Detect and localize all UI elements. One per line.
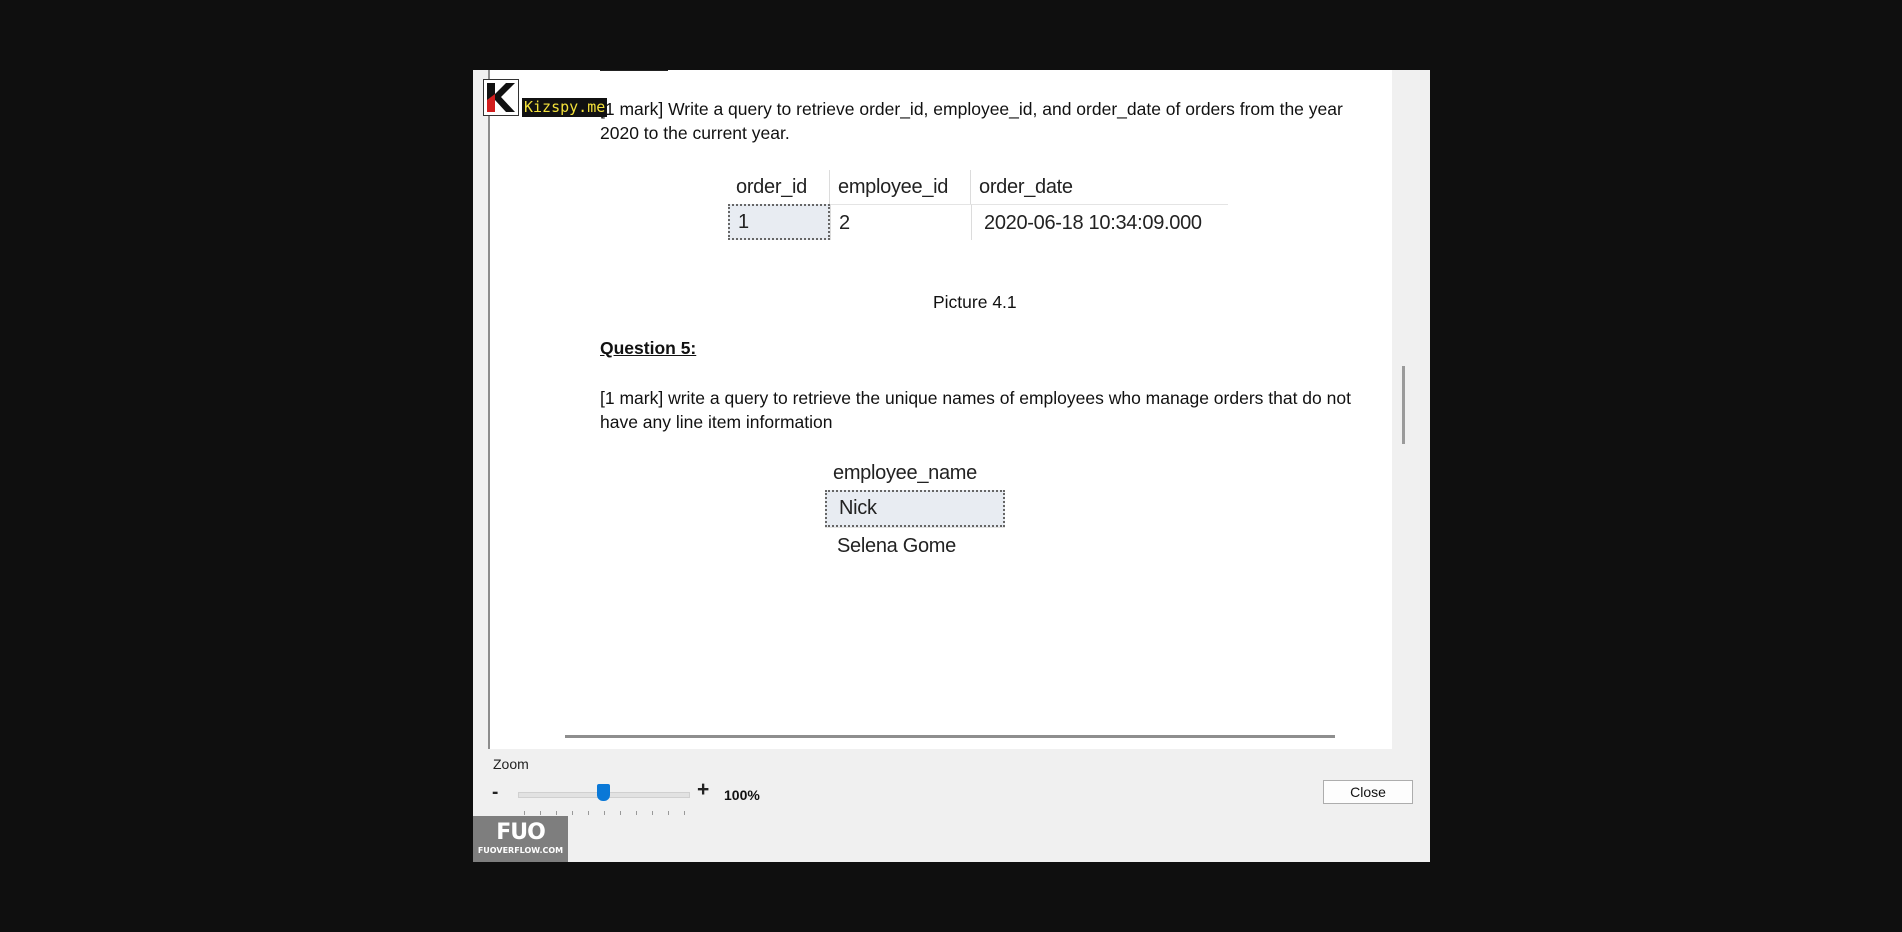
slider-tick bbox=[620, 811, 621, 815]
slider-tick bbox=[524, 811, 525, 815]
picture-caption: Picture 4.1 bbox=[933, 292, 1017, 312]
grid-cell-order-date[interactable]: 2020-06-18 10:34:09.000 bbox=[971, 204, 1228, 240]
grid-header-order-id: order_id bbox=[728, 170, 830, 204]
slider-tick bbox=[684, 811, 685, 815]
kizspy-logo-icon bbox=[483, 79, 519, 116]
question-5-text: [1 mark] write a query to retrieve the u… bbox=[600, 388, 1351, 432]
watermark-text: Kizspy.me bbox=[522, 98, 608, 117]
scroll-gutter bbox=[1392, 70, 1430, 749]
document-page: [1 mark] Write a query to retrieve order… bbox=[488, 70, 1409, 749]
slider-tick bbox=[588, 811, 589, 815]
grid-header-employee-name: employee_name bbox=[833, 462, 977, 484]
close-button[interactable]: Close bbox=[1323, 780, 1413, 804]
slider-tick bbox=[540, 811, 541, 815]
grid-cell-employee-id[interactable]: 2 bbox=[830, 204, 971, 240]
horizontal-scrollbar[interactable] bbox=[565, 735, 1335, 738]
zoom-in-button[interactable]: + bbox=[697, 778, 709, 802]
grid-header-order-date: order_date bbox=[979, 176, 1073, 198]
zoom-label: Zoom bbox=[493, 756, 529, 772]
grid-cell-employee-name[interactable]: Nick bbox=[825, 490, 1005, 527]
document-viewer-window: [1 mark] Write a query to retrieve order… bbox=[473, 70, 1430, 862]
slider-tick bbox=[668, 811, 669, 815]
fuoverflow-logo: FUO FUOVERFLOW.COM bbox=[473, 816, 568, 862]
slider-tick bbox=[572, 811, 573, 815]
fuo-logo-subtext: FUOVERFLOW.COM bbox=[477, 846, 564, 855]
slider-tick bbox=[636, 811, 637, 815]
vertical-scrollbar-thumb[interactable] bbox=[1402, 366, 1405, 444]
result-grid-orders: order_id employee_id order_date 1 2 2020… bbox=[728, 170, 1228, 240]
fuo-logo-text: FUO bbox=[496, 820, 546, 845]
zoom-slider-thumb[interactable] bbox=[597, 784, 610, 801]
zoom-out-button[interactable]: - bbox=[492, 782, 498, 804]
zoom-value: 100% bbox=[724, 787, 760, 803]
grid-header-employee-id: employee_id bbox=[830, 170, 971, 204]
slider-tick bbox=[556, 811, 557, 815]
result-grid-employees: employee_name Nick Selena Gome bbox=[825, 457, 1005, 564]
page-top-rule bbox=[600, 70, 668, 71]
grid-cell-employee-name[interactable]: Selena Gome bbox=[825, 527, 1005, 564]
question-4-text: [1 mark] Write a query to retrieve order… bbox=[600, 99, 1343, 143]
question-5-heading: Question 5: bbox=[600, 338, 697, 358]
slider-tick bbox=[604, 811, 605, 815]
slider-tick bbox=[652, 811, 653, 815]
grid-cell-order-id[interactable]: 1 bbox=[728, 204, 830, 240]
